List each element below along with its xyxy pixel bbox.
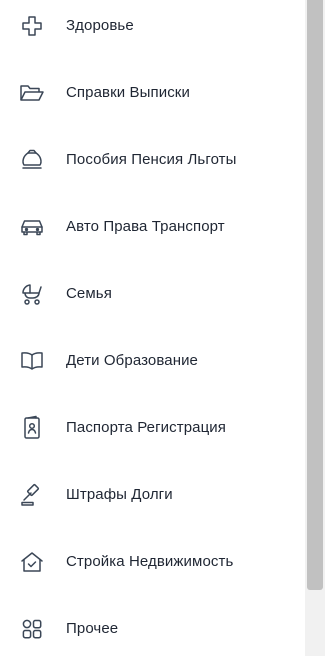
scrollbar[interactable] <box>305 0 325 656</box>
medical-cross-icon <box>19 13 45 39</box>
menu-item-label: Паспорта Регистрация <box>66 419 226 436</box>
open-book-icon <box>19 348 45 374</box>
menu-item-other[interactable]: Прочее <box>0 595 305 662</box>
menu-item-label: Авто Права Транспорт <box>66 218 225 235</box>
menu-item-family[interactable]: Семья <box>0 260 305 327</box>
money-bag-icon <box>19 147 45 173</box>
menu-item-auto[interactable]: Авто Права Транспорт <box>0 193 305 260</box>
menu-item-fines[interactable]: Штрафы Долги <box>0 461 305 528</box>
menu-item-passports[interactable]: Паспорта Регистрация <box>0 394 305 461</box>
apps-grid-icon <box>19 616 45 642</box>
folder-icon <box>19 80 45 106</box>
services-menu: Здоровье Справки Выписки Пособия Пенсия … <box>0 0 305 656</box>
house-check-icon <box>19 549 45 575</box>
car-icon <box>19 214 45 240</box>
scrollbar-thumb[interactable] <box>307 0 323 590</box>
menu-item-real-estate[interactable]: Стройка Недвижимость <box>0 528 305 595</box>
menu-item-label: Штрафы Долги <box>66 486 173 503</box>
menu-item-label: Пособия Пенсия Льготы <box>66 151 237 168</box>
menu-item-education[interactable]: Дети Образование <box>0 327 305 394</box>
menu-item-label: Здоровье <box>66 17 134 34</box>
menu-item-label: Прочее <box>66 620 119 637</box>
menu-item-health[interactable]: Здоровье <box>0 0 305 59</box>
menu-item-benefits[interactable]: Пособия Пенсия Льготы <box>0 126 305 193</box>
menu-item-certificates[interactable]: Справки Выписки <box>0 59 305 126</box>
passport-icon <box>19 415 45 441</box>
menu-item-label: Семья <box>66 285 112 302</box>
gavel-icon <box>19 482 45 508</box>
baby-stroller-icon <box>19 281 45 307</box>
menu-item-label: Справки Выписки <box>66 84 190 101</box>
menu-item-label: Дети Образование <box>66 352 198 369</box>
menu-item-label: Стройка Недвижимость <box>66 553 234 570</box>
